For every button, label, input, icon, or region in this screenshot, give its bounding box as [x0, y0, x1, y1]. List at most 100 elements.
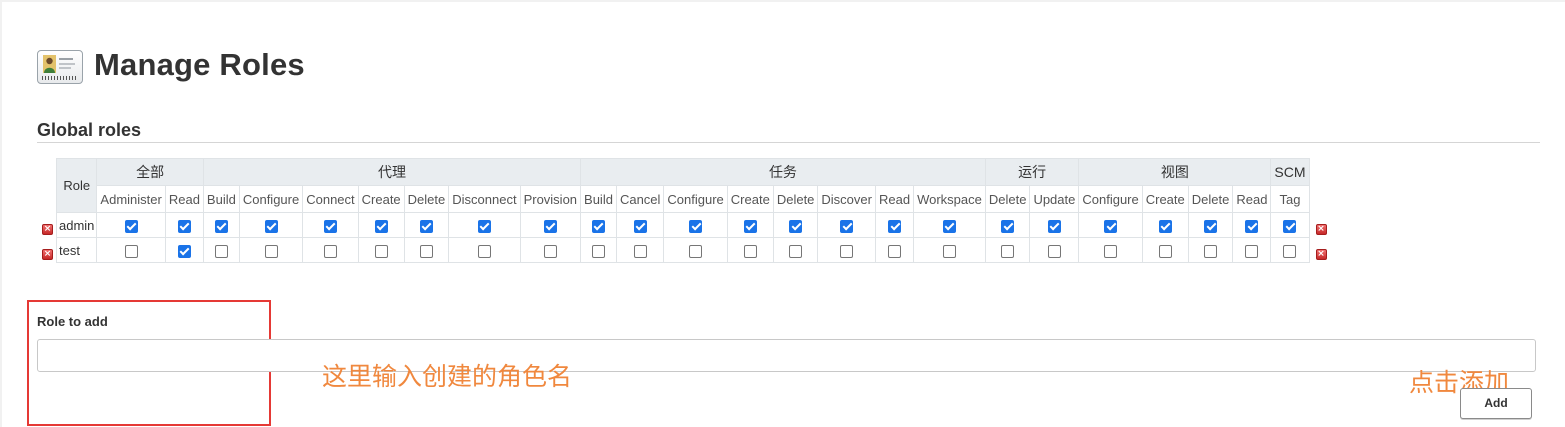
permission-checkbox[interactable]	[177, 244, 191, 258]
permission-cell	[726, 237, 774, 263]
section-divider	[37, 142, 1540, 143]
permission-cell	[663, 237, 728, 263]
permission-checkbox[interactable]	[419, 219, 433, 233]
permission-checkbox[interactable]	[374, 244, 388, 258]
permission-cell	[202, 212, 240, 238]
role-row: test	[55, 237, 1310, 263]
permission-checkbox[interactable]	[633, 219, 647, 233]
permission-header: Tag	[1270, 185, 1310, 213]
permission-group-header: 任务	[580, 158, 986, 186]
permission-header: Build	[202, 185, 240, 213]
permission-cell	[403, 237, 450, 263]
permission-cell	[302, 212, 359, 238]
delete-role-icon[interactable]: ×	[42, 224, 53, 235]
permission-checkbox[interactable]	[1001, 244, 1015, 258]
role-name-cell: admin	[55, 212, 98, 238]
permission-checkbox[interactable]	[543, 244, 557, 258]
card-line	[59, 58, 73, 60]
permission-checkbox[interactable]	[888, 219, 902, 233]
permission-checkbox[interactable]	[1104, 219, 1118, 233]
permission-cell	[913, 212, 986, 238]
permission-checkbox[interactable]	[419, 244, 433, 258]
permission-cell	[1141, 212, 1189, 238]
permission-cell	[1232, 237, 1272, 263]
permission-checkbox[interactable]	[1158, 244, 1172, 258]
permission-cell	[1232, 212, 1272, 238]
permission-checkbox[interactable]	[1245, 244, 1259, 258]
permission-checkbox[interactable]	[264, 219, 278, 233]
permission-cell	[1078, 237, 1143, 263]
permission-checkbox[interactable]	[124, 219, 138, 233]
permission-checkbox[interactable]	[1204, 219, 1218, 233]
permission-cell	[615, 212, 665, 238]
delete-role-icon[interactable]: ×	[1315, 224, 1327, 235]
permission-checkbox[interactable]	[1245, 219, 1259, 233]
permission-checkbox[interactable]	[477, 244, 491, 258]
user-card-icon	[37, 50, 83, 84]
permission-cell	[874, 237, 915, 263]
permission-header: Connect	[302, 185, 359, 213]
permission-header: Configure	[238, 185, 304, 213]
permission-checkbox[interactable]	[477, 219, 491, 233]
permission-checkbox[interactable]	[1204, 244, 1218, 258]
permission-cell	[238, 212, 304, 238]
page-header: Manage Roles	[37, 46, 305, 84]
permission-header: Disconnect	[448, 185, 521, 213]
permission-checkbox[interactable]	[1158, 219, 1172, 233]
permission-header: Delete	[984, 185, 1031, 213]
permission-checkbox[interactable]	[1001, 219, 1015, 233]
permission-checkbox[interactable]	[591, 244, 605, 258]
permission-checkbox[interactable]	[789, 219, 803, 233]
permission-checkbox[interactable]	[214, 244, 228, 258]
permission-cell	[874, 212, 915, 238]
role-rows: admin test	[55, 212, 1310, 263]
permission-cell	[726, 212, 774, 238]
permission-checkbox[interactable]	[888, 244, 902, 258]
permission-checkbox[interactable]	[789, 244, 803, 258]
permission-cell	[1270, 237, 1310, 263]
delete-role-icon[interactable]: ×	[42, 249, 53, 260]
permission-checkbox[interactable]	[743, 244, 757, 258]
permission-cell	[202, 237, 240, 263]
role-name-input[interactable]	[37, 339, 1536, 372]
permission-checkbox[interactable]	[633, 244, 647, 258]
permission-cell	[615, 237, 665, 263]
permission-checkbox[interactable]	[840, 219, 854, 233]
permission-checkbox[interactable]	[264, 244, 278, 258]
permission-checkbox[interactable]	[1283, 219, 1297, 233]
permission-checkbox[interactable]	[124, 244, 138, 258]
permission-cell	[448, 212, 521, 238]
role-name-cell: test	[55, 237, 98, 263]
delete-role-icon[interactable]: ×	[1315, 249, 1327, 260]
permission-checkbox[interactable]	[323, 244, 337, 258]
permission-checkbox[interactable]	[1283, 244, 1297, 258]
permission-checkbox[interactable]	[1047, 244, 1061, 258]
permission-header: Delete	[772, 185, 819, 213]
permission-checkbox[interactable]	[689, 244, 703, 258]
permission-cell	[238, 237, 304, 263]
permission-cell	[357, 237, 405, 263]
permission-checkbox[interactable]	[942, 244, 956, 258]
permission-checkbox[interactable]	[942, 219, 956, 233]
permission-cell	[913, 237, 986, 263]
permission-checkbox[interactable]	[840, 244, 854, 258]
permission-checkbox[interactable]	[1104, 244, 1118, 258]
permission-header: Create	[1141, 185, 1189, 213]
permission-cell	[96, 212, 166, 238]
permission-checkbox[interactable]	[543, 219, 557, 233]
permission-checkbox[interactable]	[323, 219, 337, 233]
permission-header: Read	[164, 185, 204, 213]
permission-checkbox[interactable]	[374, 219, 388, 233]
page-frame: Manage Roles Global roles Role 全部 代理 任务 运行视…	[0, 0, 1565, 427]
permission-checkbox[interactable]	[689, 219, 703, 233]
permission-checkbox[interactable]	[214, 219, 228, 233]
permission-cell	[580, 237, 617, 263]
person-icon	[43, 55, 56, 73]
permission-checkbox[interactable]	[1047, 219, 1061, 233]
permission-cell	[817, 237, 876, 263]
add-role-button[interactable]: Add	[1460, 388, 1532, 419]
permission-checkbox[interactable]	[177, 219, 191, 233]
permission-checkbox[interactable]	[743, 219, 757, 233]
permission-checkbox[interactable]	[591, 219, 605, 233]
card-line	[59, 63, 75, 65]
